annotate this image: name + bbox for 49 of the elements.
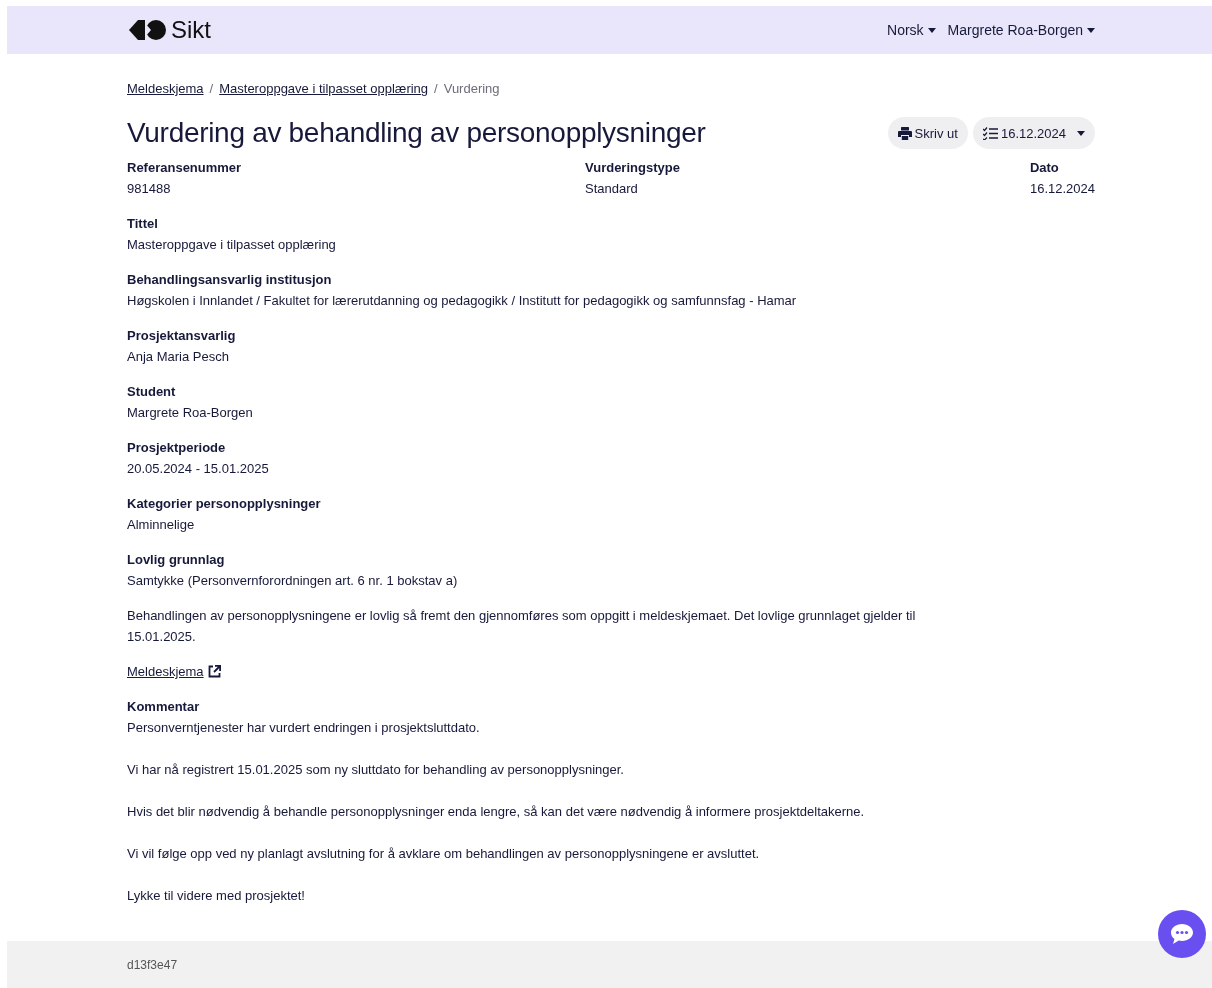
field-label: Prosjektansvarlig (127, 327, 237, 345)
logo-link[interactable]: Sikt (127, 16, 211, 44)
external-link[interactable]: Meldeskjema (127, 661, 221, 682)
legal-note: Behandlingen av personopplysningene er lovlig så fremt den gjennomføres som oppgitt i meldeskjemaet. Det lovlige grunnlaget gjelder til 15.01.2025. (127, 607, 917, 646)
comment-paragraph: Hvis det blir nødvendig å behandle personopplysninger enda lengre, så kan det være nødvendig å informere prosjektdeltakerne. (127, 803, 866, 821)
field-label: Student (127, 383, 177, 401)
logo-icon (127, 19, 167, 41)
caret-icon (1087, 27, 1095, 33)
comment-paragraph: Vi vil følge opp ved ny planlagt avslutning for å avklare om behandlingen av personopplysningene er avsluttet. (127, 845, 761, 863)
breadcrumb-current: Vurdering (443, 80, 500, 98)
breadcrumb-link[interactable]: Masteroppgave i tilpasset opplæring (219, 80, 429, 98)
field-label: Kommentar (127, 698, 201, 716)
field-value: Anja Maria Pesch (127, 348, 230, 366)
printer-icon (897, 126, 912, 140)
field-value: 20.05.2024 - 15.01.2025 (127, 460, 270, 478)
page-title: Vurdering av behandling av personopplysninger (127, 116, 706, 150)
checklist-icon (982, 126, 998, 140)
field-value: Margrete Roa-Borgen (127, 404, 254, 422)
breadcrumb-separator: / (434, 80, 438, 98)
field-label: Tittel (127, 215, 159, 233)
chat-button[interactable] (1158, 910, 1206, 958)
breadcrumb-link[interactable]: Meldeskjema (127, 80, 204, 98)
comment-paragraph: Vi har nå registrert 15.01.2025 som ny sluttdato for behandling av personopplysninger. (127, 761, 625, 779)
comment-paragraph: Personverntjenester har vurdert endringen i prosjektsluttdato. (127, 719, 481, 737)
field-value: Masteroppgave i tilpasset opplæring (127, 236, 337, 254)
field-label: Referansenummer (127, 159, 243, 177)
menu-dropdown[interactable]: Norsk (887, 22, 936, 38)
field-value: Standard (585, 180, 639, 198)
field-value: Alminnelige (127, 516, 196, 534)
caret-icon (1077, 130, 1085, 136)
field-label: Kategorier personopplysninger (127, 495, 322, 513)
field-value: Samtykke (Personvernforordningen art. 6 nr. 1 bokstav a) (127, 572, 459, 590)
comment-paragraph: Lykke til videre med prosjektet! (127, 887, 306, 905)
field-value: 981488 (127, 180, 172, 198)
caret-icon (927, 27, 936, 33)
field-value: 16.12.2024 (1029, 180, 1095, 198)
version-dropdown[interactable]: 16.12.2024 (972, 117, 1095, 149)
field-label: Vurderingstype (585, 159, 681, 177)
field-value: Høgskolen i Innlandet / Fakultet for lærerutdanning og pedagogikk / Institutt for pedagogikk og samfunnsfag - Hamar (127, 292, 798, 310)
build-id: d13f3e47 (127, 958, 178, 972)
breadcrumb-separator: / (209, 80, 214, 98)
menu-dropdown[interactable]: Margrete Roa-Borgen (947, 22, 1095, 38)
field-label: Prosjektperiode (127, 439, 227, 457)
chat-bubble-icon (1170, 923, 1194, 945)
print-button[interactable]: Skriv ut (887, 117, 968, 149)
external-link-icon (207, 665, 221, 678)
field-label: Dato (1029, 159, 1060, 177)
field-label: Behandlingsansvarlig institusjon (127, 271, 333, 289)
field-label: Lovlig grunnlag (127, 551, 226, 569)
